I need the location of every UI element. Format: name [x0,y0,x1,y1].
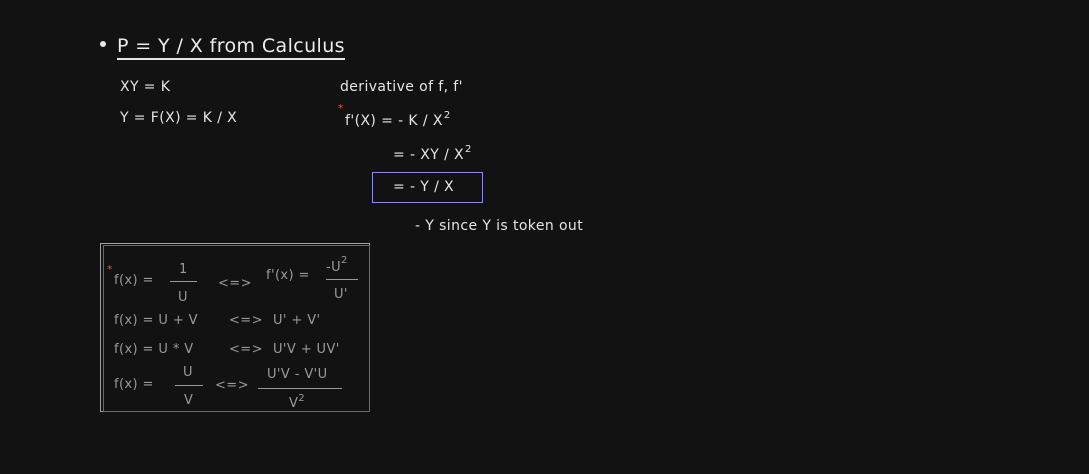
rule3-lhs: f(x) = U * V [114,342,194,357]
red-star-marker: * [338,102,344,115]
rule1-rhs-denominator: U' [334,287,348,302]
rule1-numerator: 1 [179,262,188,277]
whiteboard-canvas[interactable]: P = Y / X from Calculus XY = K Y = F(X) … [0,0,1089,474]
rule1-rhs-numerator-exponent: 2 [341,255,348,266]
rule1-rhs-fraction-bar [326,279,358,281]
derivative-line-1: f'(X) = - K / X2 [345,110,451,129]
rule4-rhs-denominator: V2 [289,393,305,411]
rule4-rhs-numerator: U'V - V'U [267,367,328,382]
rule1-fraction-bar [170,281,197,283]
rule1-rhs-numerator-text: -U [326,260,342,275]
title-underline [117,58,345,60]
rule4-rhs-fraction-bar [258,388,342,390]
derivative-line-2-text: = - XY / X [393,147,465,163]
rule2-arrow: <=> [229,313,263,328]
page-title: P = Y / X from Calculus [117,35,345,57]
equation-y-fx: Y = F(X) = K / X [120,110,238,126]
rule3-rhs: U'V + UV' [273,342,340,357]
rule1-lhs: f(x) = [114,273,154,288]
bullet-point [100,41,106,47]
rule4-rhs-denominator-text: V [289,396,299,411]
rule4-arrow: <=> [215,378,249,393]
rule4-rhs-denominator-exponent: 2 [298,393,306,404]
derivative-note: - Y since Y is token out [415,218,584,234]
rule2-rhs: U' + V' [273,313,321,328]
rules-red-star-marker: * [107,263,113,276]
equation-xy-k: XY = K [120,79,171,95]
derivative-line-1-exponent: 2 [443,110,451,121]
derivative-line-3-boxed: = - Y / X [393,179,455,195]
rule1-rhs-lhs: f'(x) = [266,268,310,283]
rule2-lhs: f(x) = U + V [114,313,198,328]
rule4-denominator: V [184,393,194,408]
derivative-line-2-exponent: 2 [465,144,472,155]
rule4-lhs: f(x) = [114,377,154,392]
rule3-arrow: <=> [229,342,263,357]
rule1-denominator: U [178,290,188,305]
rule1-arrow: <=> [218,276,252,291]
derivative-line-2: = - XY / X2 [393,144,472,163]
derivative-line-1-text: f'(X) = - K / X [345,113,443,129]
rule4-numerator: U [183,365,193,380]
rule4-fraction-bar [175,385,203,387]
rule1-rhs-numerator: -U2 [326,255,348,275]
derivative-heading: derivative of f, f' [340,79,463,95]
